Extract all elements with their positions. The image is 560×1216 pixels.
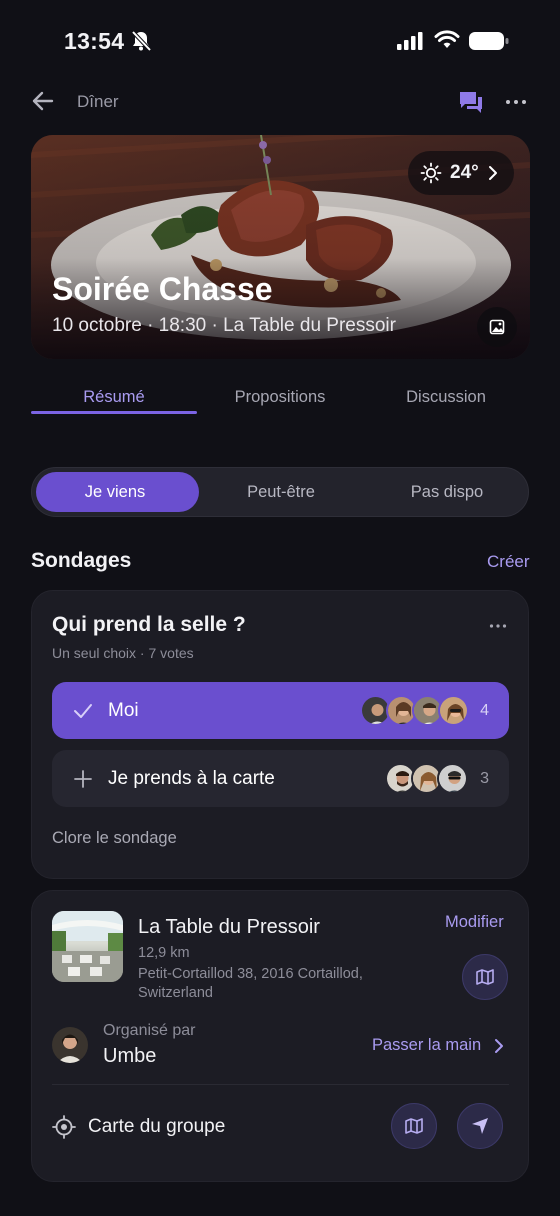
back-arrow-icon[interactable] [30,88,56,114]
rsvp-option-maybe[interactable]: Peut-être [198,483,364,502]
organizer-label: Organisé par [103,1022,196,1039]
divider [52,1084,509,1085]
group-map-label: Carte du groupe [88,1116,226,1137]
poll-more-icon[interactable] [488,616,508,636]
handover-button[interactable]: Passer la main [372,1036,481,1055]
map-icon [476,969,494,985]
venue-name: La Table du Pressoir [138,916,320,938]
image-icon [489,319,505,335]
poll-option-a-la-carte[interactable]: Je prends à la carte 3 [52,750,509,807]
chevron-right-icon[interactable] [490,1036,508,1056]
venue-distance: 12,9 km [138,945,190,961]
close-poll-button[interactable]: Clore le sondage [52,829,177,848]
status-time: 13:54 [64,28,125,54]
wifi-icon [434,30,460,48]
weather-chip[interactable]: 24° [408,151,514,195]
plus-icon [74,770,92,788]
more-options-icon[interactable] [504,90,528,114]
poll-meta: Un seul choix · 7 votes [52,645,194,661]
create-poll-link[interactable]: Créer [487,552,530,572]
navigation-arrow-icon [472,1118,488,1134]
poll-option-count: 4 [480,702,489,719]
rsvp-option-unavailable[interactable]: Pas dispo [364,483,530,502]
venue-photo [52,911,123,982]
poll-question: Qui prend la selle ? [52,613,246,636]
poll-option-label: Moi [108,700,139,721]
bell-muted-icon [131,30,152,52]
tab-propositions[interactable]: Propositions [197,388,363,407]
event-title: Soirée Chasse [52,271,273,307]
location-target-icon [52,1115,76,1139]
poll-option-count: 3 [480,770,489,787]
rsvp-option-going[interactable]: Je viens [32,483,198,502]
chevron-right-icon [488,166,497,180]
navigate-button[interactable] [457,1103,503,1149]
rsvp-segmented-control: Je viens Peut-être Pas dispo [31,467,529,517]
poll-option-moi[interactable]: Moi 4 [52,682,509,739]
group-map-button[interactable] [391,1103,437,1149]
poll-option-label: Je prends à la carte [108,768,275,789]
event-hero: 24° Soirée Chasse 10 octobre · 18:30 · L… [31,135,530,359]
nav-title: Dîner [77,92,119,111]
venue-map-button[interactable] [462,954,508,1000]
organizer-name: Umbe [103,1045,157,1067]
sun-icon [420,162,442,184]
voter-avatars [385,763,468,794]
polls-section-title: Sondages [31,549,132,572]
chat-bubbles-icon[interactable] [458,89,484,115]
venue-address: Petit-Cortaillod 38, 2016 Cortaillod, Sw… [138,966,363,1001]
active-tab-indicator [31,411,197,414]
voter-avatars [360,695,469,726]
avatar [438,695,469,726]
signal-icon [397,32,423,50]
tab-resume[interactable]: Résumé [31,388,197,407]
map-icon [405,1118,423,1134]
event-subtitle: 10 octobre · 18:30 · La Table du Pressoi… [52,315,396,336]
avatar [437,763,468,794]
organizer-avatar [52,1027,88,1063]
battery-icon [469,32,509,50]
modify-venue-link[interactable]: Modifier [445,913,504,932]
tab-discussion[interactable]: Discussion [363,388,529,407]
change-photo-button[interactable] [477,307,517,347]
check-icon [74,704,92,718]
weather-temperature: 24° [450,162,479,183]
